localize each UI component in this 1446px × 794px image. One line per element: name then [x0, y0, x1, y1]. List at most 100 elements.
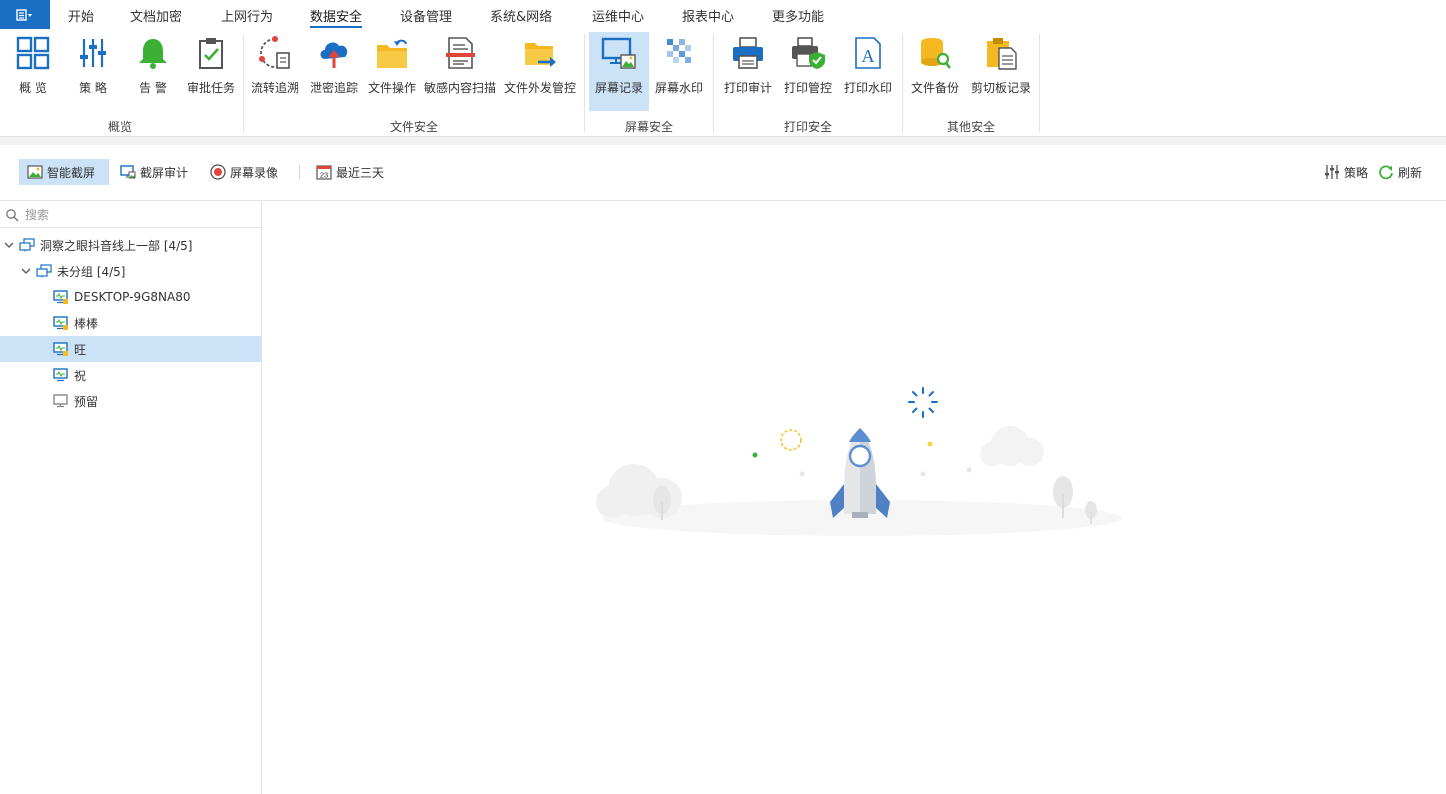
tree-group-label: 未分组 [4/5]: [57, 264, 126, 279]
ribbon-print-control-button[interactable]: 打印管控: [780, 32, 836, 111]
refresh-button[interactable]: 刷新: [1370, 159, 1430, 185]
printer-shield-icon: [792, 37, 825, 69]
database-backup-icon: [921, 38, 952, 69]
ribbon-group-overview-label: 概览: [107, 120, 132, 134]
ribbon-separator: [243, 34, 244, 132]
ribbon-leak-tracking-label: 泄密追踪: [309, 81, 358, 95]
ribbon-file-send-control-button[interactable]: 文件外发管控: [502, 32, 578, 111]
ribbon-overview-button[interactable]: 概 览: [8, 32, 58, 111]
computer-offline-icon: [53, 394, 68, 408]
tree-computer-item[interactable]: 棒棒: [0, 310, 261, 336]
ribbon-file-backup-label: 文件备份: [910, 81, 959, 95]
ribbon-file-send-control-label: 文件外发管控: [503, 81, 576, 95]
clipboard-record-icon: [987, 38, 1017, 70]
chevron-down-icon[interactable]: [3, 239, 15, 251]
screen-video-button[interactable]: 屏幕录像: [202, 159, 286, 185]
capture-audit-label: 截屏审计: [140, 165, 189, 180]
ribbon-print-audit-label: 打印审计: [723, 81, 772, 95]
ribbon-group-screen-security-label: 屏幕安全: [624, 120, 673, 134]
cloud-right-decoration: [980, 426, 1044, 466]
computer-online-locked-icon: [53, 342, 68, 356]
empty-state-rocket-illustration: [596, 387, 1122, 536]
date-range-label: 最近三天: [336, 165, 385, 180]
computer-label: 祝: [74, 368, 87, 383]
menu-tab-more-functions[interactable]: 更多功能: [772, 6, 824, 28]
ribbon-separator: [713, 34, 714, 132]
screen-record-icon: [601, 37, 636, 69]
policy-button[interactable]: 策略: [1316, 159, 1376, 185]
tree-computer-item-selected[interactable]: 旺: [0, 336, 261, 362]
computer-label: 棒棒: [74, 316, 99, 331]
ribbon-group-file-security-label: 文件安全: [389, 120, 438, 134]
menu-tab-report-center[interactable]: 报表中心: [682, 6, 734, 28]
folder-operation-icon: [377, 39, 407, 68]
print-watermark-icon: A: [855, 37, 881, 69]
toolbar: 智能截屏 截屏审计 屏幕录像 23 最近三天 策略 刷新: [0, 145, 1446, 201]
app-menu-button[interactable]: [0, 0, 50, 29]
ribbon-alarm-button[interactable]: 告 警: [128, 32, 178, 111]
network-group-icon: [36, 264, 52, 278]
ribbon-group-other-security-label: 其他安全: [946, 120, 995, 134]
menu-tab-ops-center[interactable]: 运维中心: [592, 6, 644, 28]
tree-root-label: 洞察之眼抖音线上一部 [4/5]: [40, 238, 193, 253]
policy-sliders-icon: [80, 39, 106, 67]
menu-tab-device-management[interactable]: 设备管理: [400, 6, 452, 28]
menu-tab-system-network[interactable]: 系统&网络: [490, 6, 552, 28]
ribbon-bottom-border: [0, 136, 1446, 145]
computer-online-locked-icon: [53, 316, 68, 330]
ribbon-sensitive-scan-label: 敏感内容扫描: [423, 81, 496, 95]
loading-spinner-icon: [908, 387, 938, 418]
ribbon-trace-flow-label: 流转追溯: [250, 81, 299, 95]
ribbon-print-watermark-button[interactable]: A 打印水印: [840, 32, 896, 111]
ribbon-file-operation-button[interactable]: 文件操作: [366, 32, 418, 111]
ribbon-screen-record-label: 屏幕记录: [594, 81, 643, 95]
ribbon-trace-flow-button[interactable]: 流转追溯: [248, 32, 302, 111]
menu-tab-doc-encryption[interactable]: 文档加密: [130, 6, 182, 28]
ribbon-screen-watermark-button[interactable]: 屏幕水印: [652, 32, 706, 111]
document-scan-icon: [446, 37, 475, 69]
ribbon-screen-record-button[interactable]: 屏幕记录: [589, 32, 649, 111]
screen-watermark-icon: [667, 39, 691, 63]
screenshot-audit-icon: [120, 165, 136, 179]
computer-label: 旺: [74, 342, 87, 357]
computer-label: 预留: [74, 394, 99, 409]
approval-clipboard-icon: [199, 38, 223, 69]
ribbon-clipboard-record-label: 剪切板记录: [970, 81, 1031, 95]
cloud-upload-icon: [320, 42, 348, 68]
computer-label: DESKTOP-9G8NA80: [74, 290, 191, 304]
policy-label: 策略: [1344, 165, 1369, 180]
ribbon-leak-tracking-button[interactable]: 泄密追踪: [307, 32, 361, 111]
ribbon-print-audit-button[interactable]: 打印审计: [720, 32, 776, 111]
ribbon-clipboard-record-button[interactable]: 剪切板记录: [968, 32, 1034, 111]
capture-audit-button[interactable]: 截屏审计: [112, 159, 196, 185]
ribbon-file-backup-button[interactable]: 文件备份: [907, 32, 963, 111]
menu-tab-start[interactable]: 开始: [68, 6, 94, 28]
ribbon-policy-label: 策 略: [79, 81, 107, 95]
chevron-down-icon[interactable]: [20, 265, 32, 277]
ribbon-policy-button[interactable]: 策 略: [68, 32, 118, 111]
ribbon-alarm-label: 告 警: [139, 81, 167, 95]
tree-computer-item[interactable]: 预留: [0, 388, 261, 414]
tree-group-node[interactable]: 未分组 [4/5]: [0, 258, 261, 284]
ribbon-screen-watermark-label: 屏幕水印: [654, 81, 703, 95]
image-icon: [27, 165, 43, 179]
screen-video-label: 屏幕录像: [230, 165, 279, 180]
calendar-day-text: 23: [320, 171, 328, 180]
ribbon-approval-button[interactable]: 审批任务: [184, 32, 238, 111]
computer-online-locked-icon: [53, 290, 68, 304]
smart-capture-button[interactable]: 智能截屏: [19, 159, 109, 185]
alarm-bell-icon: [139, 39, 167, 69]
tree-computer-item[interactable]: DESKTOP-9G8NA80: [0, 284, 261, 310]
ribbon-sensitive-scan-button[interactable]: 敏感内容扫描: [423, 32, 497, 111]
tree-computer-item[interactable]: 祝: [0, 362, 261, 388]
tree-root-node[interactable]: 洞察之眼抖音线上一部 [4/5]: [0, 232, 261, 258]
menu-tab-data-security[interactable]: 数据安全: [310, 6, 363, 28]
date-range-button[interactable]: 23 最近三天: [308, 159, 392, 185]
menu-bar: 开始 文档加密 上网行为 数据安全 设备管理 系统&网络 运维中心 报表中心 更…: [0, 0, 1446, 32]
tree-search-bar: [0, 202, 261, 228]
calendar-icon: 23: [316, 165, 332, 180]
folder-send-icon: [525, 43, 556, 67]
tree-search-input[interactable]: [25, 207, 245, 222]
menu-tab-web-behavior[interactable]: 上网行为: [221, 6, 273, 28]
refresh-label: 刷新: [1398, 165, 1423, 180]
